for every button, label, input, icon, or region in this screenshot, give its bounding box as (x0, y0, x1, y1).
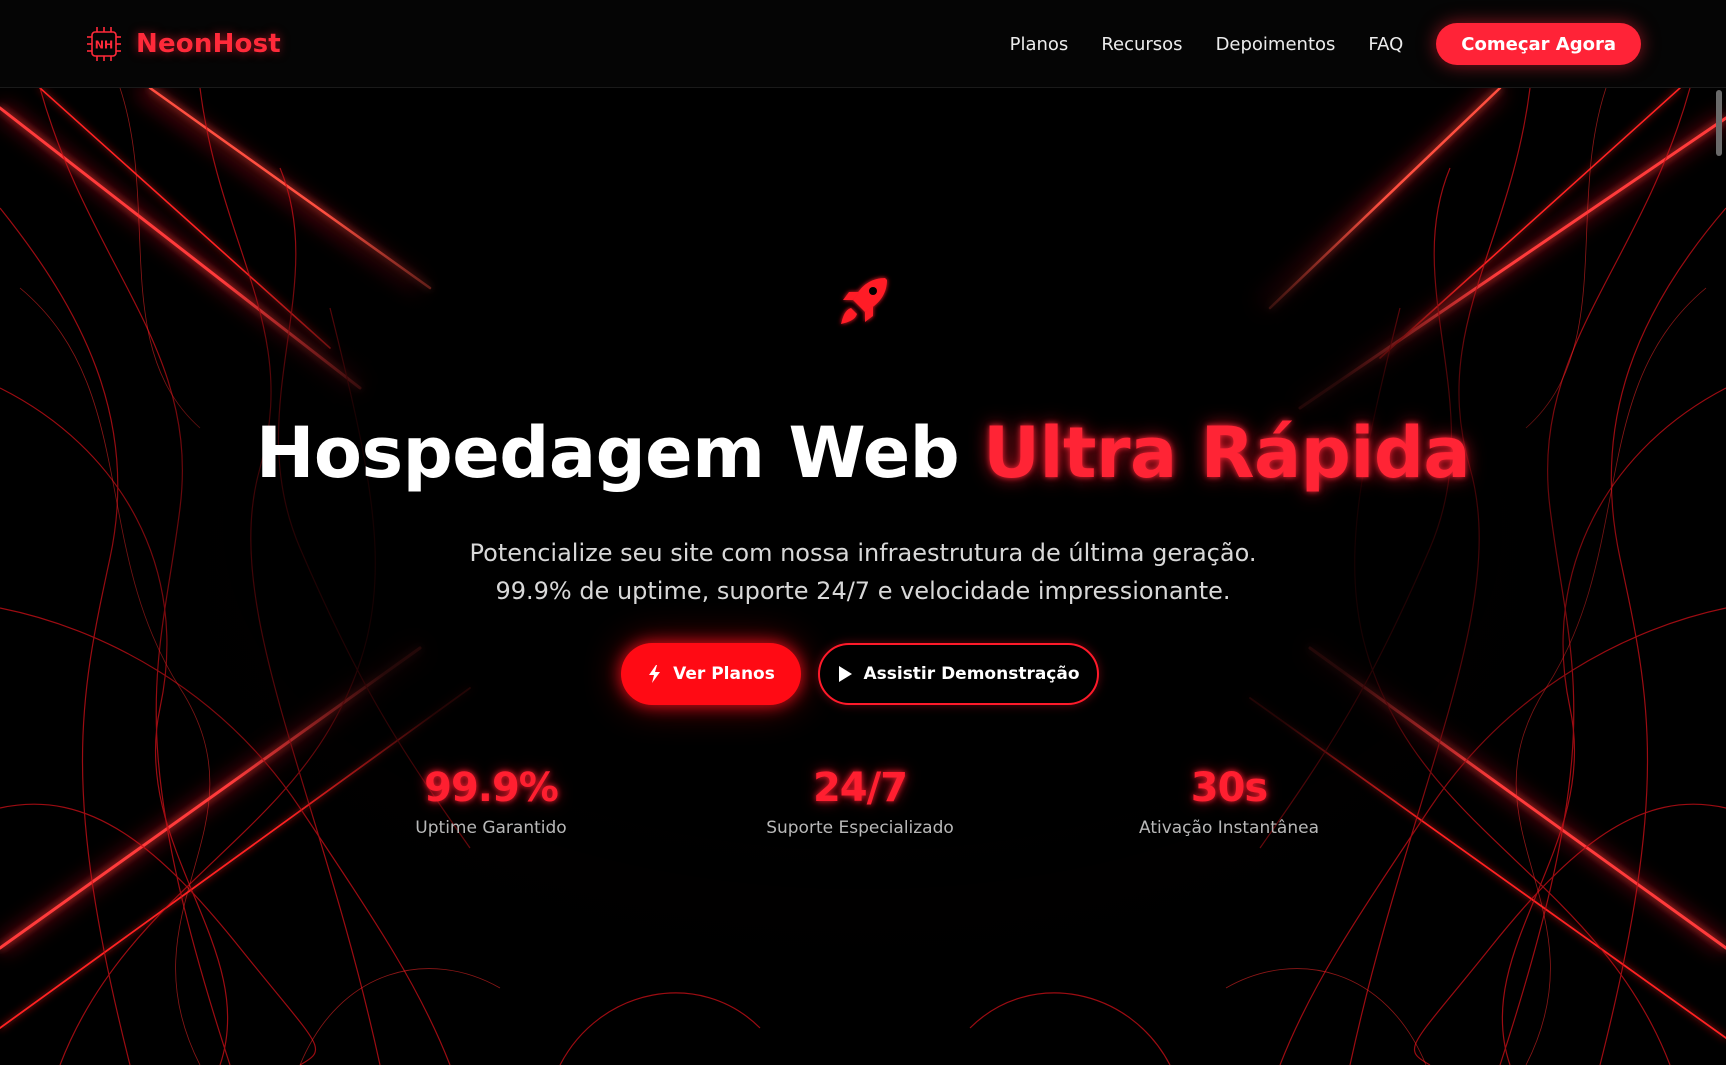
stat-value: 99.9% (424, 765, 559, 811)
navbar: NH NeonHost Planos Recursos Depoimentos … (0, 0, 1726, 88)
stat-value: 30s (1190, 765, 1268, 811)
rocket-icon (841, 278, 887, 324)
nav-links: Planos Recursos Depoimentos FAQ Começar … (1010, 23, 1641, 65)
hero-title-accent: Ultra Rápida (983, 412, 1471, 494)
hero-actions: Ver Planos Assistir Demonstração (621, 643, 1099, 705)
watch-demo-button[interactable]: Assistir Demonstração (818, 643, 1099, 705)
brand-name: NeonHost (136, 29, 281, 59)
hero-subtitle: Potencialize seu site com nossa infraest… (0, 534, 1726, 610)
nav-link-planos[interactable]: Planos (1010, 34, 1069, 55)
hero-title-main: Hospedagem Web (255, 412, 984, 494)
hero-section: Hospedagem Web Ultra Rápida Potencialize… (0, 88, 1726, 1065)
stat-label: Uptime Garantido (415, 818, 567, 838)
stat-uptime: 99.9% Uptime Garantido (341, 764, 641, 838)
hero-title: Hospedagem Web Ultra Rápida (0, 410, 1726, 496)
bolt-icon (649, 665, 661, 683)
stat-activation: 30s Ativação Instantânea (1079, 764, 1379, 838)
hero-subtitle-line-2: 99.9% de uptime, suporte 24/7 e velocida… (495, 577, 1231, 605)
chip-logo-icon: NH (87, 27, 121, 61)
stat-support: 24/7 Suporte Especializado (710, 764, 1010, 838)
nav-link-depoimentos[interactable]: Depoimentos (1216, 34, 1336, 55)
view-plans-button[interactable]: Ver Planos (621, 643, 801, 705)
nav-link-faq[interactable]: FAQ (1368, 34, 1403, 55)
logo-letters: NH (95, 39, 113, 52)
play-icon (839, 666, 853, 682)
stat-label: Ativação Instantânea (1138, 818, 1319, 838)
page: NH NeonHost Planos Recursos Depoimentos … (0, 0, 1726, 1065)
view-plans-label: Ver Planos (673, 664, 775, 684)
stat-value: 24/7 (812, 765, 908, 811)
hero-subtitle-line-1: Potencialize seu site com nossa infraest… (469, 539, 1257, 567)
start-now-button[interactable]: Começar Agora (1436, 23, 1641, 65)
nav-link-recursos[interactable]: Recursos (1101, 34, 1182, 55)
scrollbar-thumb[interactable] (1716, 90, 1722, 156)
watch-demo-label: Assistir Demonstração (863, 664, 1080, 684)
brand[interactable]: NH NeonHost (84, 22, 281, 66)
stat-label: Suporte Especializado (766, 818, 954, 838)
